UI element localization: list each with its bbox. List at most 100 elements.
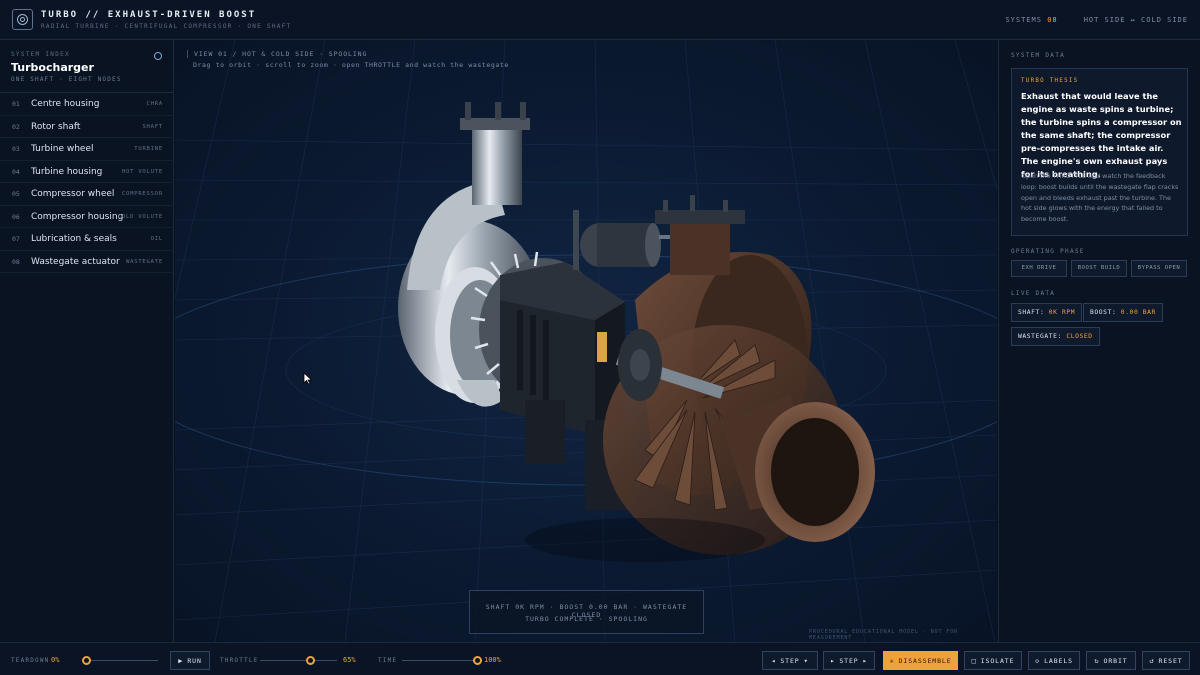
control-bar: TEARDOWN 0% ▶ RUN THROTTLE 65% TIME 100%… [0,642,1200,675]
globe-icon[interactable] [154,52,162,60]
system-status: SYSTEMS 08 HOT SIDE ↔ COLD SIDE [1005,16,1188,24]
view-hint: Drag to orbit · scroll to zoom · open TH… [193,61,509,69]
reset-icon: ↺ [1149,656,1155,665]
time-value: 100% [484,656,501,664]
view-label: VIEW 01 / HOT & COLD SIDE · SPOOLING [187,50,367,58]
orbit-icon: ↻ [1094,656,1100,665]
app-subtitle: RADIAL TURBINE · CENTRIFUGAL COMPRESSOR … [41,23,292,30]
disclaimer: PROCEDURAL EDUCATIONAL MODEL · NOT FOR M… [809,629,959,641]
node-item-compressor-housing[interactable]: 06 Compressor housing COLD VOLUTE [0,206,174,228]
shaft-readout: SHAFT: 0K RPM [1011,303,1083,322]
boost-value: 0.00 BAR [1120,309,1156,316]
node-name: Wastegate actuator [31,256,120,267]
node-number: 05 [12,190,20,198]
thesis-headline: Exhaust that would leave the engine as w… [1021,91,1182,179]
explode-icon: ✳ [889,656,895,665]
step-forward-icon: ▸ [830,656,836,665]
boost-label: BOOST: [1090,309,1117,316]
run-label: RUN [187,656,202,665]
node-item-wastegate-actuator[interactable]: 08 Wastegate actuator WASTEGATE [0,251,174,273]
disassemble-button[interactable]: ✳ DISASSEMBLE [883,651,958,670]
wastegate-label: WASTEGATE: [1018,333,1062,340]
shaft-label: SHAFT: [1018,309,1045,316]
live-data-label: LIVE DATA [1011,290,1056,297]
system-subtitle: ONE SHAFT · EIGHT NODES [11,76,122,83]
orbit-button[interactable]: ↻ ORBIT [1086,651,1136,670]
systems-label: SYSTEMS [1005,16,1042,24]
turbocharger-scene[interactable] [175,40,997,642]
thesis-body: Open the THROTTLE and watch the feedback… [1021,172,1179,224]
throttle-slider-handle[interactable] [305,656,315,665]
app-logo-icon [12,9,33,30]
node-item-rotor-shaft[interactable]: 02 Rotor shaft SHAFT [0,116,174,138]
throttle-label: THROTTLE [220,657,259,664]
node-name: Rotor shaft [31,121,81,132]
throttle-slider-track[interactable] [260,660,337,661]
isolate-label: ISOLATE [980,656,1015,665]
phase-exh-drive-button[interactable]: EXH DRIVE [1011,260,1067,277]
isolate-button[interactable]: □ ISOLATE [964,651,1022,670]
node-tag: HOT VOLUTE [121,168,163,175]
chevron-down-icon: ▾ [803,656,809,665]
node-name: Turbine housing [31,166,103,177]
node-number: 07 [12,235,20,243]
system-index-sidebar: SYSTEM INDEX Turbocharger ONE SHAFT · EI… [0,40,174,642]
time-slider-track[interactable] [402,660,477,661]
system-data-label: SYSTEM DATA [1011,52,1066,59]
step-back-button[interactable]: ◂ STEP ▾ [762,651,818,670]
throttle-value: 65% [343,656,356,664]
wastegate-readout: WASTEGATE: CLOSED [1011,327,1100,346]
node-tag: SHAFT [142,123,163,130]
teardown-value: 0% [51,656,60,664]
node-item-turbine-housing[interactable]: 04 Turbine housing HOT VOLUTE [0,161,174,183]
node-tag: OIL [150,236,163,242]
step-back-icon: ◂ [771,656,777,665]
node-tag: COMPRESSOR [121,191,163,197]
node-name: Lubrication & seals [31,234,117,244]
labels-label: LABELS [1044,656,1073,665]
shaft-value: 0K RPM [1048,309,1076,316]
node-tag: WASTEGATE [125,258,163,265]
system-data-panel: SYSTEM DATA TURBO THESIS Exhaust that wo… [998,40,1200,642]
teardown-slider-track[interactable] [86,660,158,661]
operating-phase-label: OPERATING PHASE [1011,248,1085,255]
systems-count: 08 [1047,16,1058,24]
node-item-lubrication-seals[interactable]: 07 Lubrication & seals OIL [0,228,174,251]
top-bar: TURBO // EXHAUST-DRIVEN BOOST RADIAL TUR… [0,0,1200,40]
phase-boost-build-button[interactable]: BOOST BUILD [1071,260,1127,277]
step-forward-button[interactable]: ▸ STEP ▸ [823,651,875,670]
teardown-slider-handle[interactable] [81,656,91,665]
node-number: 04 [12,167,20,176]
boost-readout: BOOST: 0.00 BAR [1083,303,1163,322]
system-index-label: SYSTEM INDEX [11,51,70,58]
reset-label: RESET [1158,656,1183,665]
wastegate-value: CLOSED [1066,333,1093,340]
cursor-icon [303,372,313,385]
3d-viewport[interactable]: VIEW 01 / HOT & COLD SIDE · SPOOLING Dra… [175,40,997,642]
side-label: HOT SIDE ↔ COLD SIDE [1083,16,1188,24]
run-button[interactable]: ▶ RUN [170,651,210,670]
time-label: TIME [378,657,398,664]
time-slider-handle[interactable] [472,656,482,665]
node-tag: TURBINE [134,146,163,152]
node-name: Turbine wheel [31,144,94,154]
reset-button[interactable]: ↺ RESET [1142,651,1190,670]
node-list: 01 Centre housing CHRA 02 Rotor shaft SH… [0,92,174,273]
app-title: TURBO // EXHAUST-DRIVEN BOOST [41,10,257,20]
node-name: Compressor wheel [31,189,115,199]
status-readout: SHAFT 0K RPM · BOOST 0.00 BAR · WASTEGAT… [469,590,704,634]
node-item-turbine-wheel[interactable]: 03 Turbine wheel TURBINE [0,138,174,161]
node-item-centre-housing[interactable]: 01 Centre housing CHRA [0,93,174,116]
node-number: 03 [12,145,20,153]
play-icon: ▶ [178,656,184,665]
chevron-right-icon: ▸ [862,656,868,665]
phase-bypass-open-button[interactable]: BYPASS OPEN [1131,260,1187,277]
node-number: 08 [12,257,20,266]
thesis-label: TURBO THESIS [1021,78,1079,84]
tag-icon: ◇ [1034,656,1041,665]
labels-button[interactable]: ◇ LABELS [1028,651,1080,670]
teardown-label: TEARDOWN [11,657,50,664]
disassemble-label: DISASSEMBLE [898,656,952,665]
orbit-label: ORBIT [1103,656,1128,665]
node-item-compressor-wheel[interactable]: 05 Compressor wheel COMPRESSOR [0,183,174,206]
